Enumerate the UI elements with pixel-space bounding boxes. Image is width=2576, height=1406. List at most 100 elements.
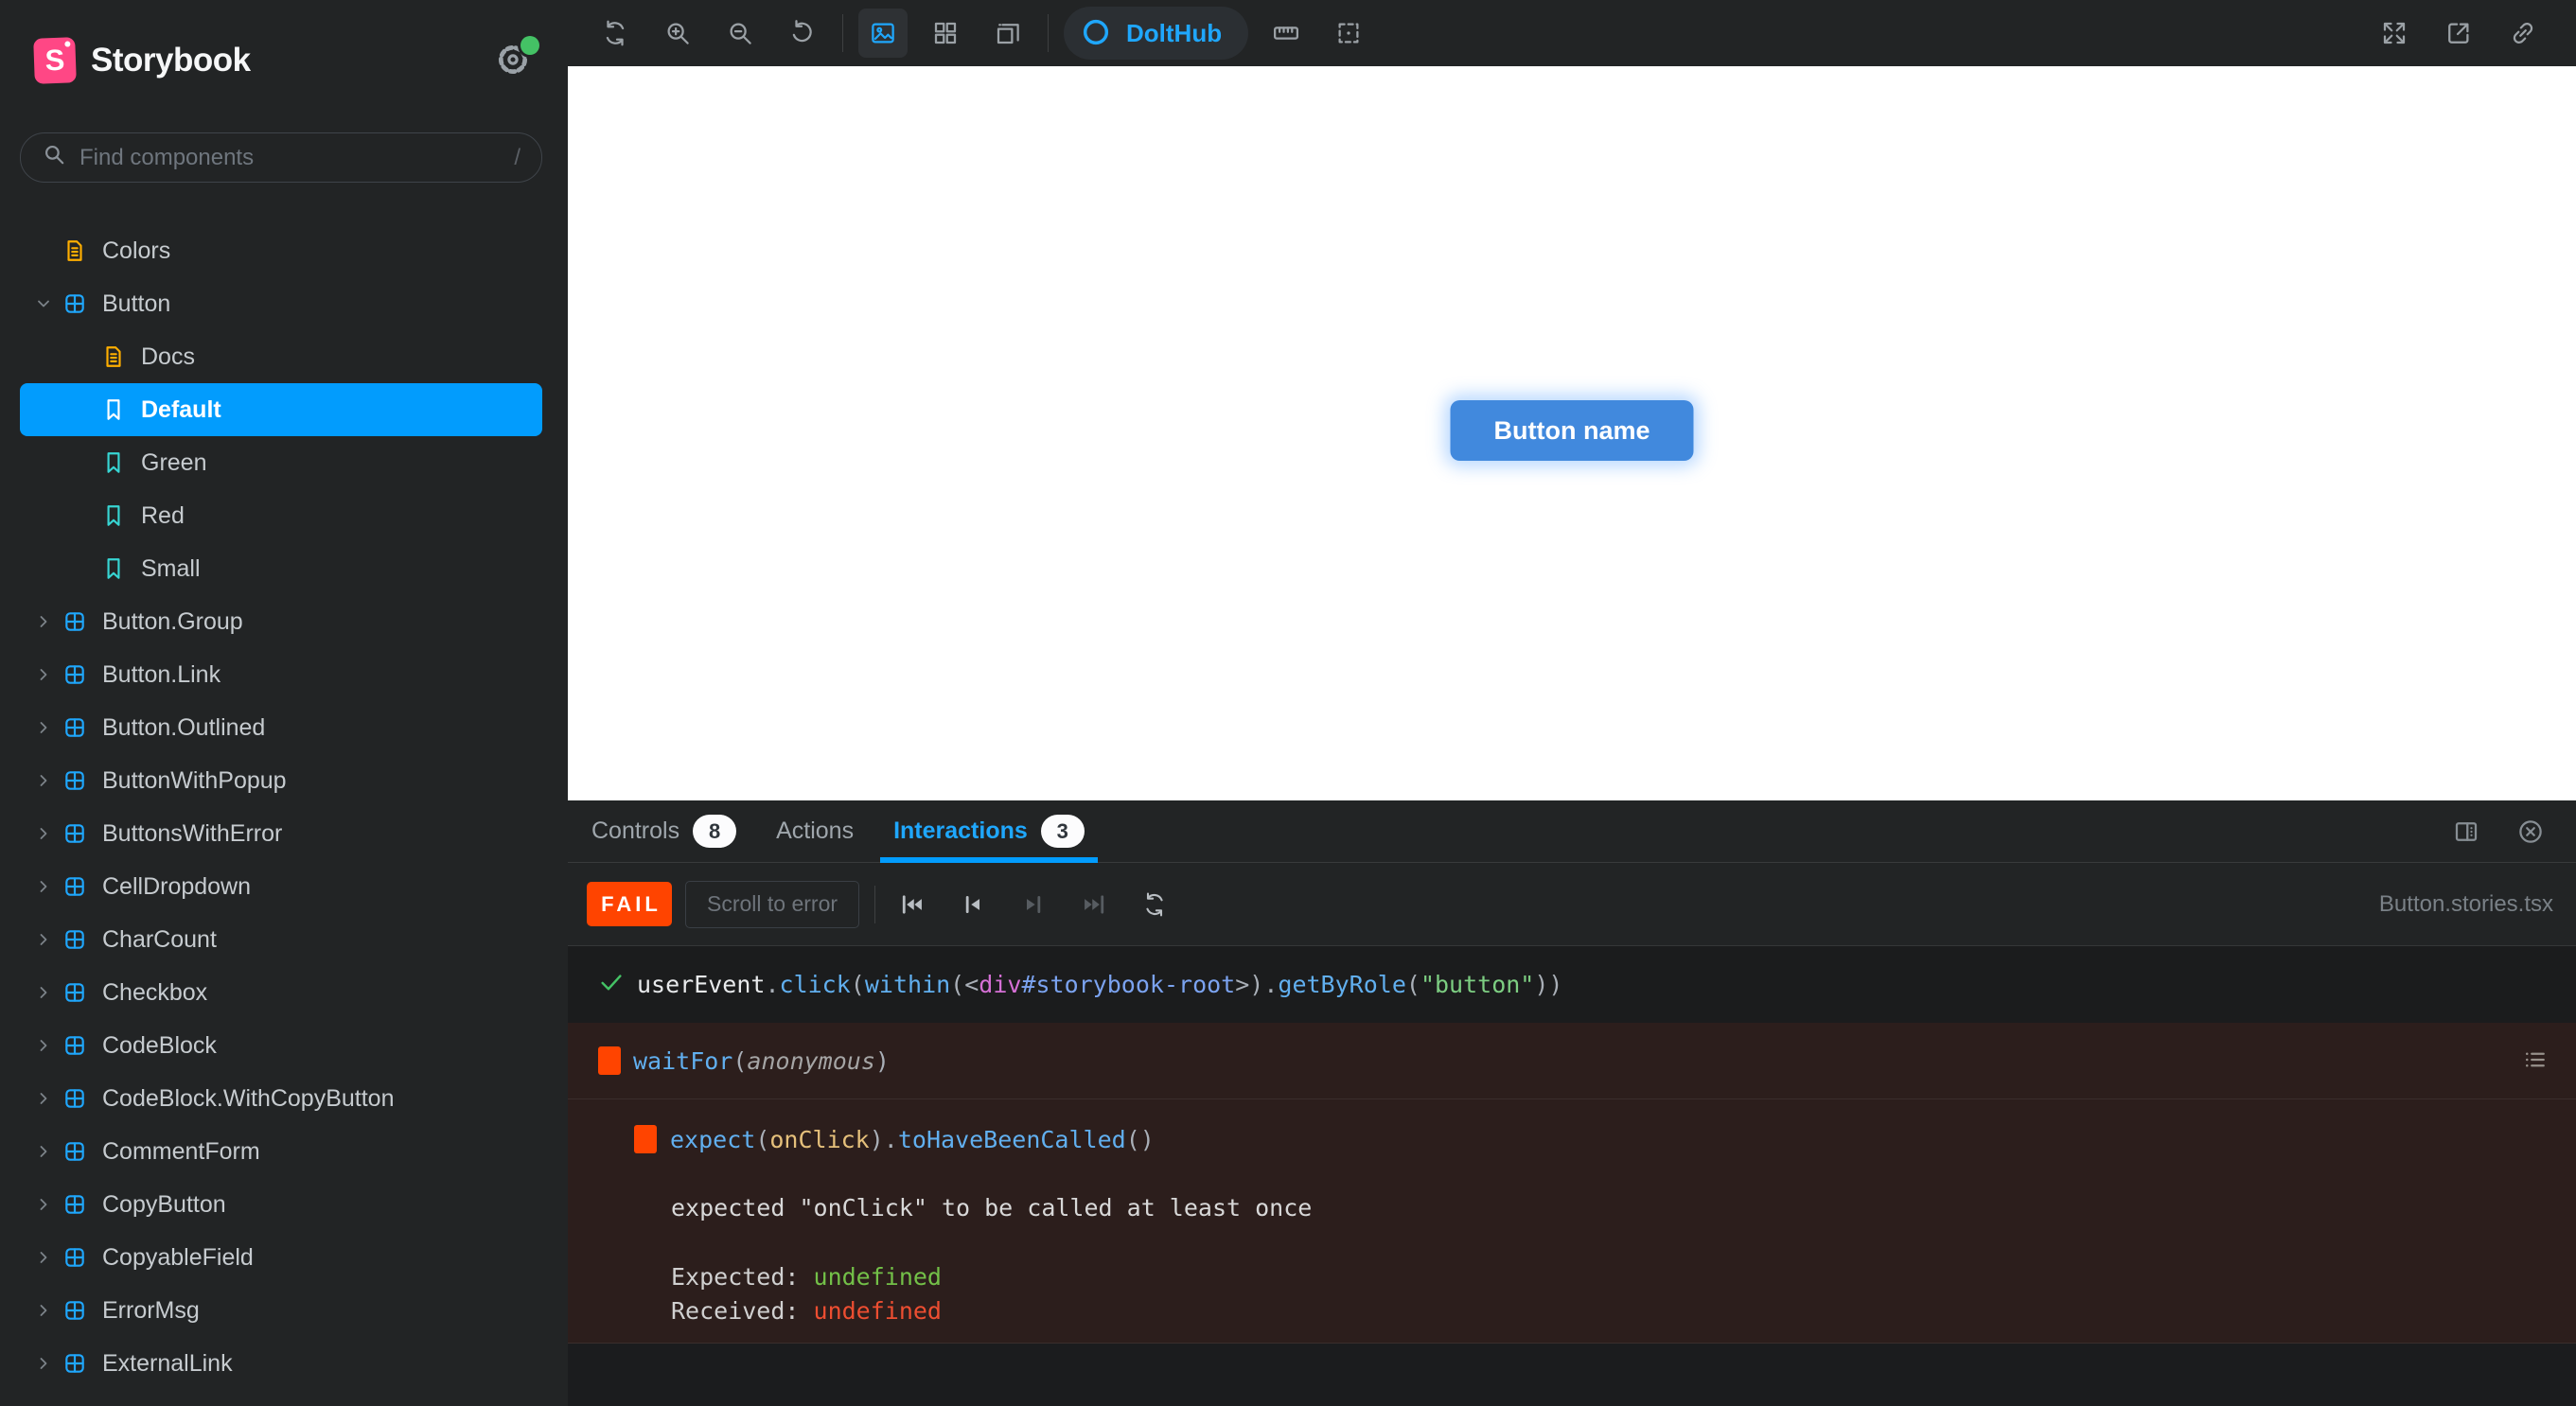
chevron-right-icon xyxy=(34,1142,62,1161)
sidebar-item-label: Default xyxy=(141,395,221,423)
refresh-icon[interactable] xyxy=(591,9,640,58)
sidebar-item-codeblock[interactable]: CodeBlock xyxy=(20,1019,542,1072)
story-canvas: Button name xyxy=(568,66,2576,800)
sidebar-item-celldropdown[interactable]: CellDropdown xyxy=(20,860,542,913)
sidebar-item-externallink[interactable]: ExternalLink xyxy=(20,1337,542,1390)
storybook-app: S Storybook Find components / Colors Butt… xyxy=(0,0,2576,1406)
panel-filler xyxy=(568,1344,2576,1406)
close-icon[interactable] xyxy=(2510,811,2551,852)
grid-icon[interactable] xyxy=(921,9,970,58)
fail-square-icon xyxy=(634,1125,657,1153)
view-mode-controls xyxy=(858,9,1032,58)
component-icon xyxy=(62,821,89,846)
sidebar-item-buttonswitherror[interactable]: ButtonsWithError xyxy=(20,807,542,860)
chevron-right-icon xyxy=(34,877,62,896)
image-icon[interactable] xyxy=(858,9,908,58)
chevron-right-icon xyxy=(34,612,62,631)
dolthub-theme-button[interactable]: DoltHub xyxy=(1064,7,1249,60)
sidebar-item-charcount[interactable]: CharCount xyxy=(20,913,542,966)
storybook-home-link[interactable]: S Storybook xyxy=(33,37,251,84)
zoom-in-icon[interactable] xyxy=(653,9,702,58)
ruler-icon[interactable] xyxy=(1262,9,1311,58)
step-forward-icon xyxy=(1012,883,1055,926)
sidebar-item-colors[interactable]: Colors xyxy=(20,224,542,277)
component-icon xyxy=(62,1033,89,1058)
sidebar-item-buttonwithpopup[interactable]: ButtonWithPopup xyxy=(20,754,542,807)
main-area: DoltHub Button name Controls 8 Actions Inte… xyxy=(568,0,2576,1406)
dolthub-label: DoltHub xyxy=(1126,18,1223,47)
sidebar-item-label: CopyButton xyxy=(102,1190,226,1218)
sidebar-item-codeblock-withcopybutton[interactable]: CodeBlock.WithCopyButton xyxy=(20,1072,542,1125)
chevron-right-icon xyxy=(34,1354,62,1373)
panel-tab-icons xyxy=(2445,811,2551,852)
sidebar-item-default[interactable]: Default xyxy=(20,383,542,436)
toolbar-divider xyxy=(874,885,876,923)
tab-interactions[interactable]: Interactions 3 xyxy=(880,800,1098,863)
toolbar-divider xyxy=(1048,14,1049,52)
sidebar-header: S Storybook xyxy=(0,0,568,84)
interaction-row-pass[interactable]: userEvent.click(within(<div#storybook-ro… xyxy=(568,946,2576,1023)
sidebar-item-red[interactable]: Red xyxy=(20,489,542,542)
tab-actions[interactable]: Actions xyxy=(776,800,854,862)
step-back-icon[interactable] xyxy=(951,883,995,926)
toolbar-right-controls xyxy=(2370,9,2548,58)
search-shortcut-hint: / xyxy=(514,144,520,170)
sidebar-item-button-link[interactable]: Button.Link xyxy=(20,648,542,701)
sidebar-item-green[interactable]: Green xyxy=(20,436,542,489)
sidebar-item-label: CommentForm xyxy=(102,1137,260,1165)
sidebar-item-label: Docs xyxy=(141,343,195,370)
received-value: undefined xyxy=(813,1297,942,1325)
search-input[interactable]: Find components / xyxy=(20,132,542,183)
sidebar-item-small[interactable]: Small xyxy=(20,542,542,595)
chevron-right-icon xyxy=(34,665,62,684)
interaction-row-expect[interactable]: expect(onClick).toHaveBeenCalled() xyxy=(568,1099,2576,1179)
outline-icon[interactable] xyxy=(1324,9,1373,58)
story-preview-button[interactable]: Button name xyxy=(1450,400,1694,461)
fullscreen-icon[interactable] xyxy=(2370,9,2419,58)
component-icon xyxy=(62,768,89,793)
interaction-row-waitfor[interactable]: waitFor(anonymous) xyxy=(568,1023,2576,1099)
scroll-to-error-button[interactable]: Scroll to error xyxy=(685,880,860,928)
fail-square-icon xyxy=(598,1046,621,1075)
list-icon[interactable] xyxy=(2521,1046,2550,1077)
sidebar-item-copybutton[interactable]: CopyButton xyxy=(20,1178,542,1231)
sidebar-item-label: ButtonWithPopup xyxy=(102,766,287,794)
zoom-reset-icon[interactable] xyxy=(778,9,827,58)
export-icon[interactable] xyxy=(2434,9,2483,58)
chevron-right-icon xyxy=(34,1195,62,1214)
search-icon xyxy=(42,142,66,173)
tab-controls[interactable]: Controls 8 xyxy=(591,800,737,862)
story-filename: Button.stories.tsx xyxy=(2378,890,2553,917)
sidebar-item-label: ButtonsWithError xyxy=(102,819,283,847)
search-placeholder: Find components xyxy=(79,144,255,170)
sidebar-item-errormsg[interactable]: ErrorMsg xyxy=(20,1284,542,1337)
expected-value: undefined xyxy=(813,1263,942,1291)
sidebar-item-button[interactable]: Button xyxy=(20,277,542,330)
sidebar-item-docs[interactable]: Docs xyxy=(20,330,542,383)
sidebar-item-checkbox[interactable]: Checkbox xyxy=(20,966,542,1019)
stacked-icon[interactable] xyxy=(983,9,1032,58)
go-start-icon[interactable] xyxy=(891,883,934,926)
sidebar-item-copyablefield[interactable]: CopyableField xyxy=(20,1231,542,1284)
sidebar-item-commentform[interactable]: CommentForm xyxy=(20,1125,542,1178)
gear-icon xyxy=(495,44,531,80)
sidebar-item-button-outlined[interactable]: Button.Outlined xyxy=(20,701,542,754)
sidebar-item-label: CodeBlock xyxy=(102,1031,217,1059)
chevron-right-icon xyxy=(34,983,62,1002)
sidebar-item-button-group[interactable]: Button.Group xyxy=(20,595,542,648)
component-icon xyxy=(62,1192,89,1217)
received-label: Received: xyxy=(671,1297,814,1325)
bookmark-icon xyxy=(101,450,128,475)
zoom-out-icon[interactable] xyxy=(715,9,765,58)
component-icon xyxy=(62,291,89,316)
doc-icon xyxy=(101,344,128,369)
expected-line: Expected: undefined xyxy=(671,1260,2576,1294)
rerun-icon[interactable] xyxy=(1133,883,1176,926)
link-icon[interactable] xyxy=(2498,9,2548,58)
panel-position-icon[interactable] xyxy=(2445,811,2487,852)
toolbar-divider xyxy=(842,14,843,52)
component-icon xyxy=(62,1086,89,1111)
chevron-right-icon xyxy=(34,1089,62,1108)
zoom-controls xyxy=(591,9,827,58)
settings-gear-button[interactable] xyxy=(492,36,539,81)
